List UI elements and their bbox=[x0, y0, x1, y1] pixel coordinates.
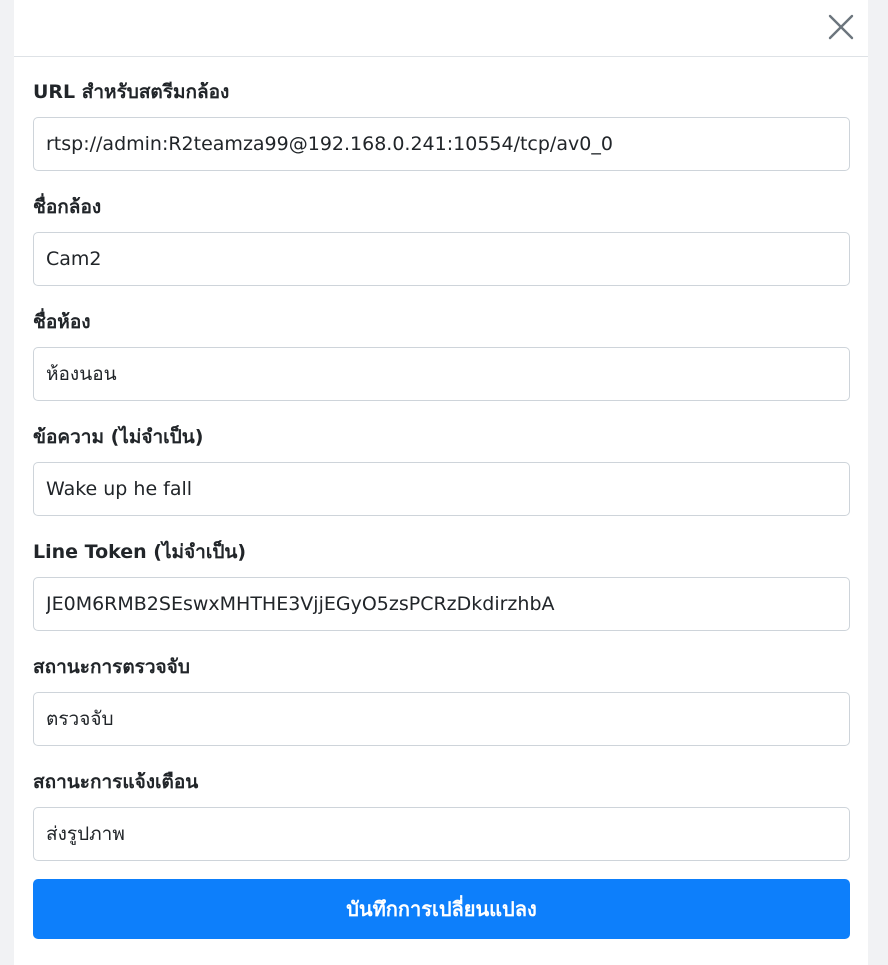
edit-camera-dialog: URL สำหรับสตรีมกล้อง ชื่อกล้อง ชื่อห้อง … bbox=[14, 0, 868, 965]
room-name-input[interactable] bbox=[33, 347, 850, 401]
camera-name-input[interactable] bbox=[33, 232, 850, 286]
alert-status-input[interactable] bbox=[33, 807, 850, 861]
room-name-label: ชื่อห้อง bbox=[33, 311, 91, 333]
detection-status-input[interactable] bbox=[33, 692, 850, 746]
message-label: ข้อความ (ไม่จำเป็น) bbox=[33, 426, 204, 448]
alert-status-label: สถานะการแจ้งเตือน bbox=[33, 771, 199, 793]
detection-status-label: สถานะการตรวจจับ bbox=[33, 656, 190, 678]
message-input[interactable] bbox=[33, 462, 850, 516]
dialog-header bbox=[14, 0, 868, 57]
camera-name-label: ชื่อกล้อง bbox=[33, 196, 102, 218]
close-button[interactable] bbox=[826, 12, 856, 42]
stream-url-input[interactable] bbox=[33, 117, 850, 171]
save-changes-button[interactable]: บันทึกการเปลี่ยนแปลง bbox=[33, 879, 850, 939]
close-icon bbox=[828, 14, 854, 40]
dialog-body: URL สำหรับสตรีมกล้อง ชื่อกล้อง ชื่อห้อง … bbox=[14, 82, 868, 939]
stream-url-label: URL สำหรับสตรีมกล้อง bbox=[33, 81, 230, 103]
line-token-label: Line Token (ไม่จำเป็น) bbox=[33, 541, 247, 563]
line-token-input[interactable] bbox=[33, 577, 850, 631]
